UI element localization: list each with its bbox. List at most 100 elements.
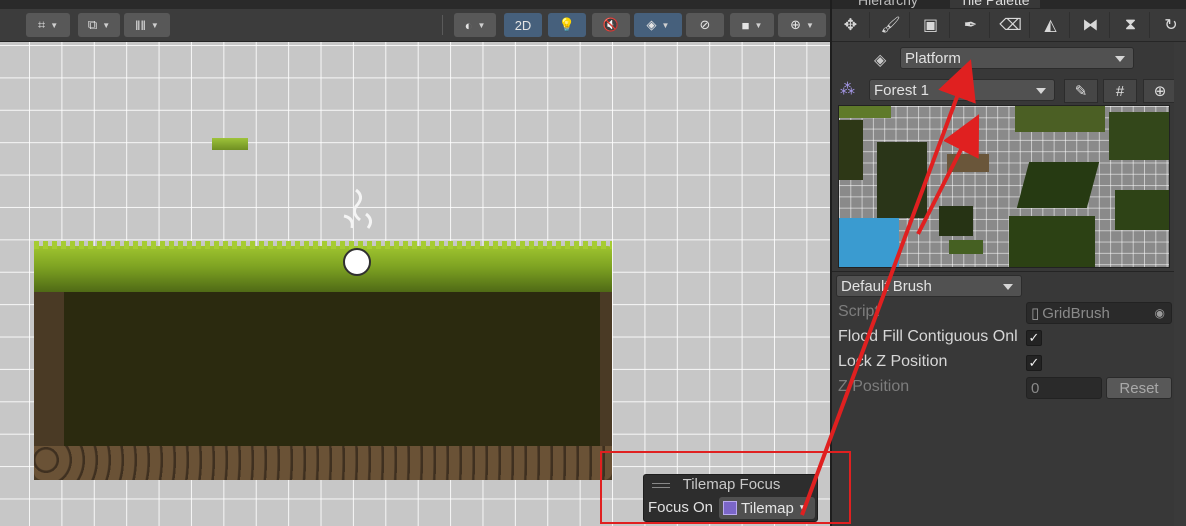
smoke-effect [343, 188, 373, 229]
lighting-icon: 💡 [558, 17, 576, 32]
tile-water[interactable] [839, 218, 899, 267]
script-value: GridBrush [1042, 304, 1110, 322]
tile-foliage-top[interactable] [1015, 106, 1105, 132]
pencil-icon: ✎ [1074, 83, 1088, 100]
tile-foliage-mid[interactable] [1016, 162, 1100, 208]
flip-y-button[interactable]: ⧗ [1112, 12, 1150, 38]
increment-snap-button[interactable]: ⧉ ▼ [78, 13, 120, 37]
shading-mode-button[interactable]: ◐ ▼ [454, 13, 496, 37]
2d-label: 2D [514, 17, 532, 33]
shading-mode-icon: ◐ [464, 17, 473, 33]
platform-tilemap [34, 241, 612, 480]
rock-bottom [34, 446, 612, 480]
rotate-icon: ↻ [1164, 17, 1178, 34]
picker-icon: ✒ [963, 17, 978, 34]
panel-divider [832, 271, 1186, 272]
picker-tool-button[interactable]: ✒ [952, 12, 990, 38]
lighting-toggle-button[interactable]: 💡 [548, 13, 586, 37]
ruler-button[interactable]: ‖‖ ▼ [124, 13, 170, 37]
tile-wall[interactable] [839, 120, 863, 180]
chevron-down-icon [1036, 88, 1046, 94]
chevron-down-icon: ▼ [797, 502, 808, 514]
palette-value: Forest 1 [874, 81, 930, 99]
checkmark-icon: ✓ [1028, 355, 1040, 370]
visibility-icon: ⊘ [699, 17, 711, 32]
audio-toggle-button[interactable]: 🔇 [592, 13, 630, 37]
checkmark-icon: ✓ [1028, 330, 1040, 345]
chevron-down-icon: ▼ [477, 20, 486, 30]
reset-label: Reset [1119, 379, 1159, 397]
lock-z-label: Lock Z Position [838, 353, 948, 370]
panel-scrollbar[interactable] [1174, 42, 1186, 526]
tab-tile-palette[interactable]: Tile Palette [950, 0, 1040, 8]
paint-tool-button[interactable]: 🖌 [872, 12, 910, 38]
script-label: Script [838, 303, 879, 320]
chevron-down-icon: ▼ [754, 20, 763, 30]
box-fill-tool-button[interactable]: ▣ [912, 12, 950, 38]
audio-icon: 🔇 [602, 17, 620, 32]
gizmo-icon: ⊕ [1153, 83, 1167, 100]
object-picker-icon[interactable]: ◉ [1155, 306, 1165, 320]
select-tool-button[interactable]: ✥ [832, 12, 870, 38]
reset-button[interactable]: Reset [1106, 377, 1172, 399]
toolbar-divider [442, 15, 443, 35]
z-position-value: 0 [1031, 379, 1040, 397]
scene-toolbar: ⌗ ▼ ⧉ ▼ ‖‖ ▼ ◐ ▼ 2D 💡 🔇 ◈ ▼ ⊘ ■ ▼ ⊕ ▼ [0, 0, 830, 42]
tile-dirt[interactable] [877, 142, 927, 218]
box-fill-icon: ▣ [922, 17, 939, 34]
lock-z-checkbox[interactable]: ✓ [1026, 355, 1042, 371]
rotate-button[interactable]: ↻ [1152, 12, 1186, 38]
tile-grass[interactable] [839, 106, 891, 118]
visibility-toggle-button[interactable]: ⊘ [686, 13, 724, 37]
2d-toggle-button[interactable]: 2D [504, 13, 542, 37]
effects-icon: ◈ [646, 17, 657, 32]
brush-dropdown[interactable]: Default Brush [836, 275, 1022, 297]
z-position-field[interactable]: 0 [1026, 377, 1102, 399]
erase-icon: ⌫ [999, 17, 1022, 34]
tile-bridge[interactable] [947, 154, 989, 172]
erase-tool-button[interactable]: ⌫ [992, 12, 1030, 38]
grass-top [34, 241, 612, 292]
gizmos-icon: ⊕ [790, 17, 801, 32]
select-icon: ✥ [843, 17, 858, 34]
tile-tree[interactable] [1109, 112, 1169, 160]
tile-tree-lower[interactable] [1115, 190, 1169, 230]
active-tilemap-dropdown[interactable]: Platform [900, 47, 1134, 69]
palette-dropdown[interactable]: Forest 1 [869, 79, 1055, 101]
camera-button[interactable]: ■ ▼ [730, 13, 774, 37]
grid-icon: # [1115, 82, 1125, 100]
script-field[interactable]: ▯ GridBrush ◉ [1026, 302, 1172, 324]
active-tilemap-value: Platform [905, 49, 961, 67]
fill-icon: ◭ [1044, 17, 1057, 34]
ruler-icon: ‖‖ [135, 17, 146, 33]
flood-fill-checkbox[interactable]: ✓ [1026, 330, 1042, 346]
tile-foliage-low[interactable] [1009, 216, 1095, 267]
focus-on-label: Focus On [648, 499, 714, 516]
edit-palette-button[interactable]: ✎ [1064, 79, 1098, 103]
z-position-label: Z Position [838, 378, 910, 395]
scene-view[interactable]: ⌗ ▼ ⧉ ▼ ‖‖ ▼ ◐ ▼ 2D 💡 🔇 ◈ ▼ ⊘ ■ ▼ ⊕ ▼ Ti… [0, 0, 830, 526]
grid-snap-icon: ⌗ [37, 17, 46, 32]
chevron-down-icon: ▼ [50, 20, 59, 30]
chevron-down-icon: ▼ [102, 20, 111, 30]
script-file-icon: ▯ [1031, 305, 1040, 322]
chevron-down-icon [1115, 56, 1125, 62]
gizmo-toggle-button[interactable]: ⊕ [1143, 79, 1177, 103]
grid-snap-button[interactable]: ⌗ ▼ [26, 13, 70, 37]
fill-tool-button[interactable]: ◭ [1032, 12, 1070, 38]
player-sprite[interactable] [343, 248, 371, 276]
tab-hierarchy[interactable]: Hierarchy [848, 0, 928, 8]
focus-on-dropdown[interactable]: Tilemap ▼ [719, 497, 815, 519]
tilemap-focus-overlay: Tilemap Focus Focus On Tilemap ▼ [643, 474, 818, 522]
flood-fill-label: Flood Fill Contiguous Onl [838, 328, 1018, 345]
gizmos-button[interactable]: ⊕ ▼ [778, 13, 826, 37]
palette-tile-grid[interactable] [838, 105, 1170, 268]
flip-y-icon: ⧗ [1124, 16, 1137, 33]
brush-value: Default Brush [841, 277, 932, 295]
chevron-down-icon: ▼ [805, 20, 814, 30]
flip-x-button[interactable]: ⧓ [1072, 12, 1110, 38]
toggle-grid-button[interactable]: # [1103, 79, 1137, 103]
tile-block[interactable] [939, 206, 973, 236]
tile-ledge[interactable] [949, 240, 983, 254]
effects-button[interactable]: ◈ ▼ [634, 13, 682, 37]
